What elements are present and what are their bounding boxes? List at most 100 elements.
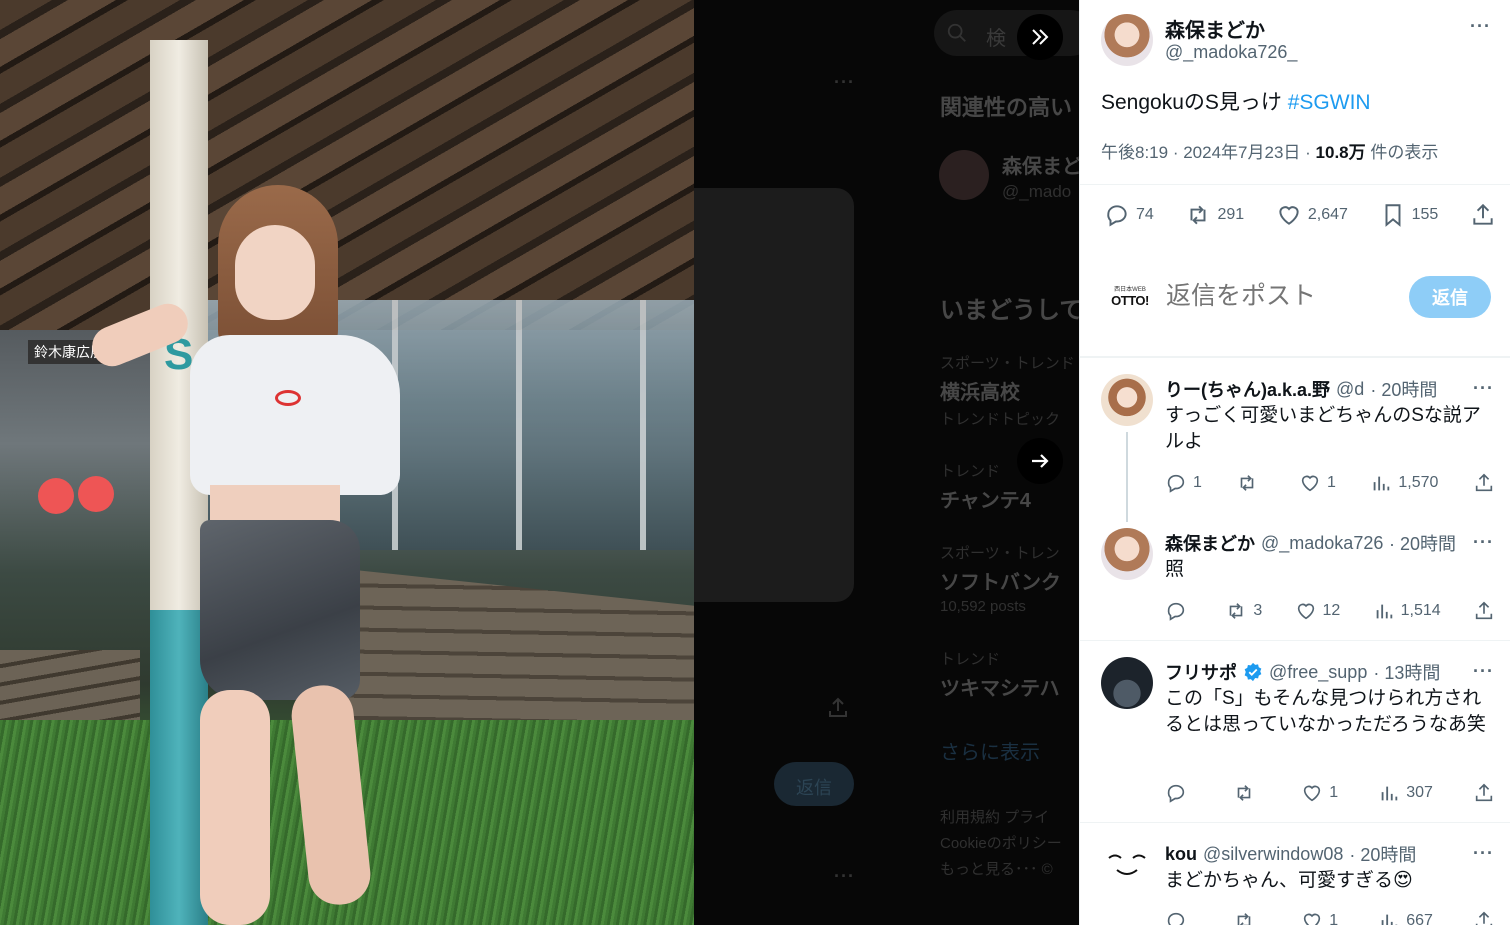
author-handle[interactable]: @_madoka726_: [1165, 42, 1297, 63]
tweet-time[interactable]: 午後8:19: [1101, 143, 1168, 162]
tweet-date[interactable]: 2024年7月23日: [1183, 143, 1300, 162]
views-action[interactable]: 1,514: [1373, 600, 1441, 622]
reply-author-name[interactable]: 森保まどか: [1165, 530, 1255, 556]
reply-action[interactable]: 74: [1104, 202, 1154, 228]
reply-avatar[interactable]: [1101, 657, 1153, 709]
like-action[interactable]: 1: [1299, 472, 1336, 494]
like-count: 1: [1329, 912, 1339, 925]
divider: [1080, 640, 1510, 641]
trend-sub: 10,592 posts: [940, 598, 1026, 615]
reply-header: 森保まどか @_madoka726 · 20時間: [1165, 530, 1495, 556]
reply-time[interactable]: · 20時間: [1389, 530, 1456, 556]
person-shirt: [190, 335, 400, 495]
retweet-action[interactable]: [1233, 782, 1261, 804]
trend-title: ツキマシテハ: [940, 678, 1060, 700]
reply-submit-button[interactable]: 返信: [1409, 276, 1491, 318]
reply-author-name[interactable]: kou: [1165, 844, 1197, 865]
reply-header: kou @silverwindow08 · 20時間: [1165, 841, 1495, 867]
reply-text: まどかちゃん、可愛すぎる😍: [1165, 870, 1413, 891]
like-action[interactable]: 1: [1301, 782, 1338, 804]
footer-dim: 利用規約 プライ: [940, 809, 1050, 826]
trend-category: トレンド: [940, 651, 1001, 668]
views-action[interactable]: 307: [1378, 782, 1433, 804]
reply-button-dim: 返信: [774, 762, 854, 806]
more-options-icon[interactable]: ···: [1473, 378, 1494, 399]
view-count: 667: [1406, 912, 1433, 925]
reply-author-handle[interactable]: @silverwindow08: [1203, 844, 1343, 865]
collapse-sidebar-button[interactable]: [1017, 14, 1063, 60]
share-icon: [1473, 203, 1493, 225]
reply-time[interactable]: · 20時間: [1370, 376, 1437, 402]
view-count: 1,514: [1400, 602, 1441, 619]
double-chevron-right-icon: [1032, 29, 1049, 45]
meta-separator: ·: [1172, 143, 1184, 162]
tweet-text: SengokuのS見っけ #SGWIN: [1101, 86, 1371, 116]
share-icon: [1475, 783, 1493, 802]
reply-avatar[interactable]: [1101, 374, 1153, 426]
next-image-button[interactable]: [1017, 438, 1063, 484]
heart-icon: [1297, 603, 1314, 620]
heart-icon: [1304, 913, 1321, 925]
author-avatar[interactable]: [1101, 14, 1153, 66]
reply-header: りー(ちゃん)a.k.a.野 @d · 20時間: [1165, 376, 1495, 402]
tweet-text-main: SengokuのS見っけ: [1101, 91, 1288, 114]
views-count: 10.8万: [1315, 143, 1366, 162]
views-chart-icon: [1374, 476, 1390, 491]
composer-avatar-logo: OTTO!: [1111, 293, 1149, 308]
reply-actions: 1 667: [1165, 910, 1495, 925]
reply-author-handle[interactable]: @_madoka726: [1261, 533, 1383, 554]
more-options-icon[interactable]: ···: [1470, 16, 1491, 37]
tweet-photo[interactable]: 鈴木康広展 S: [0, 0, 694, 925]
reply-action[interactable]: [1165, 600, 1193, 622]
reply-text: 照: [1165, 559, 1185, 580]
reply-author-handle[interactable]: @d: [1336, 379, 1364, 400]
reply-input[interactable]: [1166, 276, 1396, 316]
person-face: [235, 225, 315, 320]
reply-author-name[interactable]: フリサポ: [1165, 659, 1237, 685]
bookmark-action[interactable]: 155: [1380, 202, 1438, 228]
media-card-dim: [694, 188, 854, 602]
reply-text: この「S」もそんな見つけられ方されるとは思っていなかっただろうなあ笑: [1165, 688, 1486, 735]
arrow-right-icon: [1032, 454, 1049, 468]
like-count: 1: [1329, 784, 1339, 801]
reply-action[interactable]: 1: [1165, 472, 1202, 494]
retweet-action[interactable]: 3: [1225, 600, 1262, 622]
retweet-icon: [1191, 205, 1206, 225]
divider: [1080, 356, 1510, 358]
reply-time[interactable]: · 20時間: [1349, 841, 1416, 867]
share-action[interactable]: [1473, 600, 1495, 622]
share-action[interactable]: [1470, 202, 1496, 228]
author-name[interactable]: 森保まどか: [1165, 14, 1265, 43]
more-icon-dim: ···: [834, 72, 855, 92]
retweet-action[interactable]: 291: [1185, 202, 1244, 228]
heart-icon: [1301, 475, 1319, 492]
share-icon-dim: [829, 697, 847, 717]
retweet-count: 291: [1217, 206, 1245, 223]
reply-author-name[interactable]: りー(ちゃん)a.k.a.野: [1165, 376, 1330, 402]
more-options-icon[interactable]: ···: [1473, 661, 1494, 682]
share-action[interactable]: [1473, 472, 1495, 494]
like-action[interactable]: 12: [1295, 600, 1340, 622]
more-options-icon[interactable]: ···: [1473, 843, 1494, 864]
reply-avatar[interactable]: [1101, 838, 1153, 890]
person-leg: [288, 682, 374, 908]
view-count: 1,570: [1398, 474, 1439, 491]
reply-avatar[interactable]: [1101, 528, 1153, 580]
reply-action[interactable]: [1165, 782, 1193, 804]
like-action[interactable]: 2,647: [1276, 202, 1348, 228]
views-action[interactable]: 1,570: [1370, 472, 1438, 494]
more-options-icon[interactable]: ···: [1473, 532, 1494, 553]
heading-dim: いまどうして: [940, 297, 1079, 324]
views-action[interactable]: 667: [1378, 910, 1433, 925]
reply-action[interactable]: [1165, 910, 1193, 925]
views-chart-icon: [1376, 604, 1392, 619]
tweet-actions: 74 291 2,647 155: [1104, 202, 1496, 228]
share-action[interactable]: [1473, 782, 1495, 804]
like-action[interactable]: 1: [1301, 910, 1338, 925]
share-action[interactable]: [1473, 910, 1495, 925]
retweet-action[interactable]: [1236, 472, 1264, 494]
reply-author-handle[interactable]: @free_supp: [1269, 662, 1367, 683]
retweet-action[interactable]: [1233, 910, 1261, 925]
hashtag-link[interactable]: #SGWIN: [1288, 91, 1371, 114]
reply-time[interactable]: · 13時間: [1373, 659, 1440, 685]
